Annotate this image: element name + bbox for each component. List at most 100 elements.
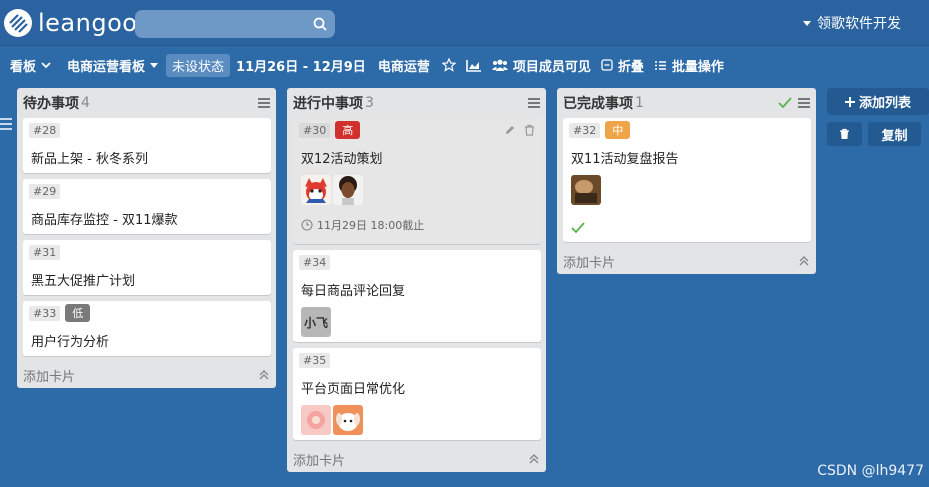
list-title: 进行中事项 xyxy=(293,96,363,112)
due-date-text: 11月29日 18:00截止 xyxy=(317,219,425,232)
card-title: 每日商品评论回复 xyxy=(301,284,406,299)
date-range-text: 11月26日 - 12月9日 xyxy=(236,59,366,75)
org-switcher[interactable]: 领歌软件开发 xyxy=(803,13,901,33)
card[interactable]: #28 新品上架 - 秋冬系列 xyxy=(23,118,271,173)
list-count: 1 xyxy=(635,95,644,111)
project-link[interactable]: 电商运营 xyxy=(378,56,430,75)
collapse-button[interactable]: 折叠 xyxy=(601,56,644,75)
chart-icon xyxy=(466,59,481,72)
project-name: 电商运营 xyxy=(377,59,430,75)
add-card-label: 添加卡片 xyxy=(293,453,346,469)
star-icon xyxy=(441,58,456,72)
collapse-up-icon[interactable] xyxy=(798,255,810,267)
org-name: 领歌软件开发 xyxy=(817,16,901,32)
trash-icon xyxy=(840,128,849,139)
board-header: 看板 电商运营看板 未设状态 11月26日 - 12月9日 电商运营 项目成员可… xyxy=(0,51,929,79)
search-input[interactable] xyxy=(135,10,335,38)
menu-icon[interactable] xyxy=(528,96,540,110)
card-title: 黑五大促推广计划 xyxy=(31,274,136,289)
add-list-button[interactable]: 添加列表 xyxy=(827,88,929,115)
due-date: 11月29日 18:00截止 xyxy=(301,217,535,233)
chevron-down-icon xyxy=(41,62,51,69)
batch-button[interactable]: 批量操作 xyxy=(654,56,724,75)
card-number: #31 xyxy=(29,244,61,260)
menu-icon[interactable] xyxy=(258,96,270,110)
logo[interactable]: leangoo xyxy=(4,8,137,38)
add-card-button[interactable]: 添加卡片 xyxy=(557,248,816,274)
users-icon xyxy=(491,59,508,71)
check-icon xyxy=(778,97,792,109)
search-icon[interactable] xyxy=(313,16,327,35)
card[interactable]: #34 每日商品评论回复 小飞 xyxy=(293,250,541,342)
done-check-icon xyxy=(571,219,805,238)
avatar[interactable] xyxy=(333,405,363,435)
board-menu-button[interactable]: 看板 xyxy=(10,56,51,75)
board-menu-label: 看板 xyxy=(10,59,37,75)
list-todo: 待办事项 4 #28 新品上架 - 秋冬系列 #29 商品库存监控 - 双11爆… xyxy=(17,88,276,388)
card-number: #28 xyxy=(29,122,61,138)
batch-label: 批量操作 xyxy=(671,59,724,75)
avatar[interactable] xyxy=(333,175,363,205)
sidebar-toggle-icon[interactable] xyxy=(0,118,12,133)
plus-icon xyxy=(844,96,855,107)
collapse-label: 折叠 xyxy=(617,59,644,75)
card[interactable]: #35 平台页面日常优化 xyxy=(293,348,541,440)
collapse-icon xyxy=(601,59,613,71)
card[interactable]: #33 低 用户行为分析 xyxy=(23,301,271,356)
card-number: #33 xyxy=(29,305,61,321)
board-actions: 添加列表 复制 xyxy=(827,88,929,146)
copy-label: 复制 xyxy=(881,128,908,144)
card-number: #35 xyxy=(299,352,331,368)
board-name-dropdown[interactable]: 电商运营看板 xyxy=(67,56,159,75)
board-name: 电商运营看板 xyxy=(67,59,146,75)
add-card-label: 添加卡片 xyxy=(23,369,76,385)
card[interactable]: #31 黑五大促推广计划 xyxy=(23,240,271,295)
list-in-progress: 进行中事项 3 #30 高 双12活动策划 11月29日 18:00截止 #34 xyxy=(287,88,546,472)
edit-icon[interactable] xyxy=(504,124,516,136)
card-number: #30 xyxy=(299,122,331,138)
list-header[interactable]: 进行中事项 3 xyxy=(287,88,546,118)
avatar[interactable]: 小飞 xyxy=(301,307,331,337)
card[interactable]: #30 高 双12活动策划 11月29日 18:00截止 xyxy=(293,118,541,244)
delete-button[interactable] xyxy=(827,122,862,146)
list-count: 3 xyxy=(365,95,374,111)
clock-icon xyxy=(301,219,313,231)
copy-button[interactable]: 复制 xyxy=(868,122,921,146)
card-number: #32 xyxy=(569,122,601,138)
collapse-up-icon[interactable] xyxy=(258,369,270,381)
card-title: 用户行为分析 xyxy=(31,335,110,350)
priority-label: 高 xyxy=(335,121,361,139)
list-done: 已完成事项 1 #32 中 双11活动复盘报告 添加卡片 xyxy=(557,88,816,274)
menu-icon[interactable] xyxy=(798,96,810,110)
date-range[interactable]: 11月26日 - 12月9日 xyxy=(236,56,366,75)
card-title: 商品库存监控 - 双11爆款 xyxy=(31,213,178,228)
list-title: 已完成事项 xyxy=(563,96,633,112)
add-card-button[interactable]: 添加卡片 xyxy=(17,362,276,388)
card-number: #34 xyxy=(299,254,331,270)
avatar[interactable] xyxy=(301,175,331,205)
add-card-button[interactable]: 添加卡片 xyxy=(287,446,546,472)
trash-icon[interactable] xyxy=(524,124,535,136)
list-header[interactable]: 已完成事项 1 xyxy=(557,88,816,118)
card-title: 双11活动复盘报告 xyxy=(571,152,679,167)
watermark: CSDN @lh9477 xyxy=(817,463,924,479)
avatar[interactable] xyxy=(571,175,601,205)
avatar[interactable] xyxy=(301,405,331,435)
card-title: 新品上架 - 秋冬系列 xyxy=(31,152,148,167)
caret-down-icon xyxy=(803,20,811,26)
visibility-label: 项目成员可见 xyxy=(512,59,591,75)
card-number: #29 xyxy=(29,183,61,199)
card[interactable]: #29 商品库存监控 - 双11爆款 xyxy=(23,179,271,234)
collapse-up-icon[interactable] xyxy=(528,453,540,465)
card[interactable]: #32 中 双11活动复盘报告 xyxy=(563,118,811,242)
card-title: 平台页面日常优化 xyxy=(301,382,406,397)
list-header[interactable]: 待办事项 4 xyxy=(17,88,276,118)
caret-down-icon xyxy=(150,62,159,68)
card-title: 双12活动策划 xyxy=(301,152,383,167)
visibility-button[interactable]: 项目成员可见 xyxy=(491,56,591,75)
star-button[interactable] xyxy=(441,58,456,72)
top-bar: leangoo 领歌软件开发 xyxy=(0,0,929,46)
board-status[interactable]: 未设状态 xyxy=(166,53,231,77)
leangoo-logo-icon xyxy=(4,9,32,37)
chart-button[interactable] xyxy=(466,59,482,72)
